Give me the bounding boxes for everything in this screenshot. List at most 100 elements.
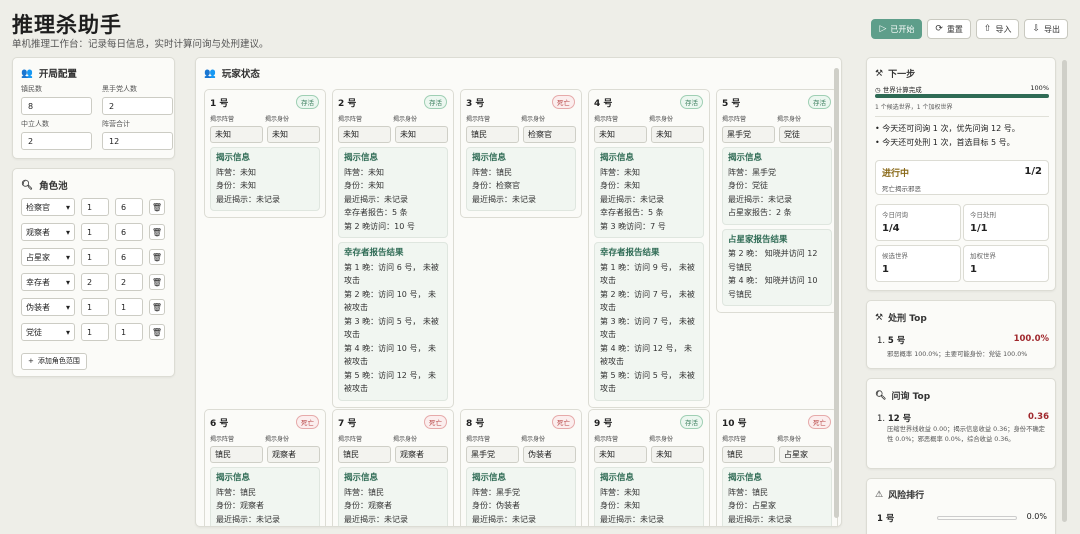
role-min-input[interactable]: 2 (81, 273, 109, 291)
role-max-input[interactable]: 6 (115, 223, 143, 241)
trash-icon[interactable]: 🗑︎ (149, 199, 165, 215)
role-row: 观察者 ▾ 1 6 🗑︎ (21, 223, 165, 241)
config-field-neutral: 中立人数 2 (21, 119, 92, 150)
role-max-input[interactable]: 2 (115, 273, 143, 291)
reveal-info-title: 揭示信息 (344, 473, 379, 483)
status-badge[interactable]: 存活 (424, 95, 447, 109)
mafia-count-input[interactable]: 2 (102, 97, 173, 115)
identity-select[interactable]: 党徒 (779, 126, 832, 143)
identity-label: 揭示身份 (777, 436, 802, 443)
identity-select[interactable]: 占星家 (779, 446, 832, 463)
report-line: 第 1 晚：访问 6 号， 未被攻击 (344, 262, 439, 286)
next-step-bullets: • 今天还可问询 1 次，优先问询 12 号。 • 今天还可处刑 1 次，首选目… (875, 122, 1053, 150)
identity-select[interactable]: 伪装者 (523, 446, 576, 463)
import-button[interactable]: ⇧ 导入 (975, 19, 1020, 39)
exec-top-title: ⚒ 处刑 Top (875, 312, 927, 325)
identity-label: 揭示身份 (521, 116, 546, 123)
camp-select[interactable]: 未知 (594, 126, 647, 143)
player-card: 3 号死亡 揭示阵营 揭示身份 镇民 检察官 揭示信息 阵营：镇民 身份：检察官 最近揭示：未记… (460, 89, 582, 218)
role-min-input[interactable]: 1 (81, 223, 109, 241)
reveal-info-line: 身份：观察者 (344, 501, 392, 510)
reveal-info-box: 揭示信息 阵营：镇民 身份：观察者 最近揭示：未记录 (338, 467, 448, 526)
role-select[interactable]: 党徒 ▾ (21, 323, 75, 341)
role-select[interactable]: 占星家 ▾ (21, 248, 75, 266)
camp-select[interactable]: 黑手党 (722, 126, 775, 143)
camp-select[interactable]: 镇民 (338, 446, 391, 463)
role-pool-card: 🔍︎ 角色池 检察官 ▾ 1 6 🗑︎ 观察者 ▾ 1 6 🗑︎ 占星家 ▾ 1 6 … (12, 168, 175, 377)
camp-select[interactable]: 未知 (594, 446, 647, 463)
status-badge[interactable]: 死亡 (552, 95, 575, 109)
identity-select[interactable]: 检察官 (523, 126, 576, 143)
config-card-title: 👥 开局配置 (21, 67, 77, 81)
identity-select[interactable]: 未知 (651, 446, 704, 463)
reveal-info-line: 身份：占星家 (728, 501, 776, 510)
exec-top-detail: 邪恶概率 100.0%；主要可能身份：党徒 100.0% (887, 351, 1028, 358)
town-count-input[interactable]: 8 (21, 97, 92, 115)
neutral-count-input[interactable]: 2 (21, 132, 92, 150)
trash-icon[interactable]: 🗑︎ (149, 299, 165, 315)
camp-select[interactable]: 未知 (210, 126, 263, 143)
role-max-input[interactable]: 6 (115, 248, 143, 266)
identity-label: 揭示身份 (393, 436, 418, 443)
reveal-info-line: 身份：伪装者 (472, 501, 520, 510)
status-badge[interactable]: 死亡 (808, 415, 831, 429)
upload-icon: ⇧ (983, 24, 992, 34)
exec-top-item[interactable]: 1. 5 号 100.0% (877, 334, 1049, 346)
reveal-info-line: 身份：未知 (600, 501, 640, 510)
status-badge[interactable]: 存活 (680, 415, 703, 429)
camp-select[interactable]: 黑手党 (466, 446, 519, 463)
camp-select[interactable]: 镇民 (466, 126, 519, 143)
role-max-input[interactable]: 1 (115, 298, 143, 316)
status-badge[interactable]: 死亡 (424, 415, 447, 429)
identity-select[interactable]: 未知 (267, 126, 320, 143)
role-max-input[interactable]: 1 (115, 323, 143, 341)
role-min-input[interactable]: 1 (81, 198, 109, 216)
role-min-input[interactable]: 1 (81, 323, 109, 341)
report-box: 幸存者报告结果第 1 晚：访问 9 号， 未被攻击第 2 晚：访问 7 号， 未… (594, 242, 704, 401)
reveal-info-line: 身份：未知 (600, 181, 640, 190)
reveal-info-line: 最近揭示：未记录 (728, 194, 792, 204)
role-min-input[interactable]: 1 (81, 248, 109, 266)
reset-button[interactable]: ⟳ 重置 (927, 19, 971, 39)
reveal-info-box: 揭示信息 阵营：未知 身份：未知 最近揭示：未记录 幸存者报告：5 条第 3 晚访问：7… (594, 147, 704, 238)
status-badge[interactable]: 死亡 (552, 415, 575, 429)
trash-icon[interactable]: 🗑︎ (149, 274, 165, 290)
ask-top-card: 🔍︎ 问询 Top 1. 12 号 0.36 压缩世界线收益 0.00；揭示信息… (866, 378, 1056, 469)
role-select[interactable]: 观察者 ▾ (21, 223, 75, 241)
sidebar-scrollbar[interactable] (1062, 60, 1067, 522)
search-icon: 🔍︎ (875, 390, 887, 401)
identity-select[interactable]: 观察者 (395, 446, 448, 463)
status-badge[interactable]: 存活 (680, 95, 703, 109)
risk-item[interactable]: 1 号 0.0% (877, 512, 1049, 524)
status-badge[interactable]: 存活 (296, 95, 319, 109)
reveal-info-line: 阵营：镇民 (728, 487, 768, 497)
identity-select[interactable]: 未知 (395, 126, 448, 143)
identity-select[interactable]: 观察者 (267, 446, 320, 463)
trash-icon[interactable]: 🗑︎ (149, 324, 165, 340)
camp-select[interactable]: 未知 (338, 126, 391, 143)
progress-percent: 100% (1030, 84, 1049, 92)
chevron-down-icon: ▾ (65, 302, 70, 312)
reveal-info-line: 最近揭示：未记录 (216, 514, 280, 524)
camp-select[interactable]: 镇民 (210, 446, 263, 463)
role-select[interactable]: 检察官 ▾ (21, 198, 75, 216)
ask-top-item[interactable]: 1. 12 号 0.36 (877, 412, 1049, 424)
export-button[interactable]: ⇩ 导出 (1024, 19, 1068, 39)
role-min-input[interactable]: 1 (81, 298, 109, 316)
add-role-button[interactable]: + 添加角色范围 (21, 352, 87, 370)
report-title: 幸存者报告结果 (344, 248, 404, 258)
total-count-input[interactable]: 12 (102, 132, 173, 150)
players-scrollbar[interactable] (834, 68, 839, 518)
camp-select[interactable]: 镇民 (722, 446, 775, 463)
start-button[interactable]: ▷ 已开始 (871, 19, 923, 39)
role-select[interactable]: 幸存者 ▾ (21, 273, 75, 291)
role-select[interactable]: 伪装者 ▾ (21, 298, 75, 316)
trash-icon[interactable]: 🗑︎ (149, 224, 165, 240)
tile-today-exec: 今日处刑 1/1 (963, 204, 1049, 241)
status-badge[interactable]: 死亡 (296, 415, 319, 429)
role-max-input[interactable]: 6 (115, 198, 143, 216)
report-line: 第 4 晚：访问 12 号， 未被攻击 (600, 343, 692, 367)
status-badge[interactable]: 存活 (808, 95, 831, 109)
identity-select[interactable]: 未知 (651, 126, 704, 143)
trash-icon[interactable]: 🗑︎ (149, 249, 165, 265)
